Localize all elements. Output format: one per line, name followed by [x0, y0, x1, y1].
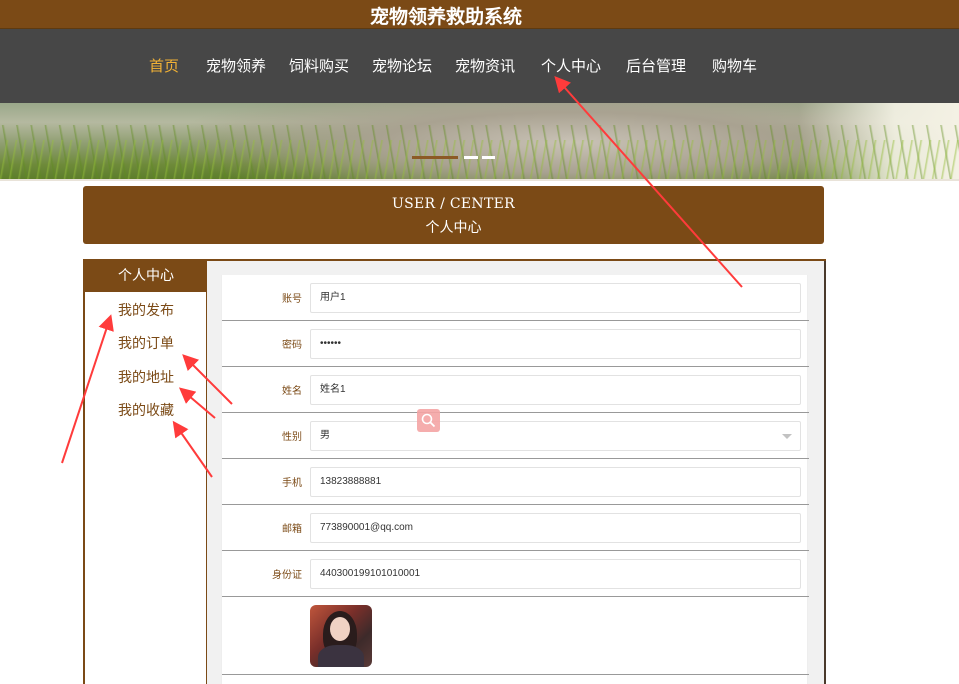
phone-input[interactable]: 13823888881	[310, 467, 801, 497]
email-input[interactable]: 773890001@qq.com	[310, 513, 801, 543]
user-center-panel: 个人中心 我的发布 我的订单 我的地址 我的收藏 账号 用户1 密码 •••••…	[83, 259, 826, 684]
phone-label: 手机	[282, 478, 302, 489]
profile-form: 账号 用户1 密码 •••••• 姓名 姓名1 性别 男 手机 13823888…	[221, 275, 809, 684]
email-label: 邮箱	[282, 524, 302, 535]
section-header: USER / CENTER 个人中心	[83, 186, 824, 244]
password-label: 密码	[282, 340, 302, 351]
form-row-password: 密码 ••••••	[222, 321, 809, 367]
form-row-avatar	[222, 597, 809, 675]
nav-item-user-center[interactable]: 个人中心	[541, 55, 601, 76]
form-row-gender: 性别 男	[222, 413, 809, 459]
sidebar: 个人中心 我的发布 我的订单 我的地址 我的收藏	[85, 261, 207, 684]
gender-value: 男	[320, 430, 330, 441]
nav-item-pet-news[interactable]: 宠物资讯	[455, 55, 515, 76]
app-title: 宠物领养救助系统	[369, 6, 522, 28]
form-row-name: 姓名 姓名1	[222, 367, 809, 413]
form-row-email: 邮箱 773890001@qq.com	[222, 505, 809, 551]
gender-select[interactable]: 男	[310, 421, 801, 451]
form-row-phone: 手机 13823888881	[222, 459, 809, 505]
nav-item-cart[interactable]: 购物车	[712, 55, 757, 76]
gender-label: 性别	[282, 432, 302, 443]
sidebar-item-my-address[interactable]: 我的地址	[118, 367, 174, 387]
section-header-en: USER / CENTER	[392, 196, 515, 212]
avatar[interactable]	[310, 605, 372, 667]
section-header-cn: 个人中心	[425, 220, 482, 236]
carousel-dot-3[interactable]	[482, 156, 495, 159]
account-label: 账号	[282, 294, 302, 305]
name-input[interactable]: 姓名1	[310, 375, 801, 405]
banner-image	[0, 103, 959, 180]
nav-item-home[interactable]: 首页	[149, 55, 179, 76]
main-nav: 首页 宠物领养 饲料购买 宠物论坛 宠物资讯 个人中心 后台管理 购物车	[0, 29, 959, 103]
id-card-label: 身份证	[272, 570, 302, 581]
sidebar-item-my-favorites[interactable]: 我的收藏	[118, 400, 174, 420]
search-icon[interactable]	[417, 409, 440, 432]
page: 宠物领养救助系统 首页 宠物领养 饲料购买 宠物论坛 宠物资讯 个人中心 后台管…	[0, 0, 959, 684]
form-row-id-card: 身份证 440300199101010001	[222, 551, 809, 597]
carousel-dot-1[interactable]	[412, 156, 458, 159]
id-card-input[interactable]: 440300199101010001	[310, 559, 801, 589]
password-input[interactable]: ••••••	[310, 329, 801, 359]
account-input[interactable]: 用户1	[310, 283, 801, 313]
nav-item-pet-adoption[interactable]: 宠物领养	[206, 55, 266, 76]
nav-item-pet-forum[interactable]: 宠物论坛	[372, 55, 432, 76]
nav-item-feed-purchase[interactable]: 饲料购买	[289, 55, 349, 76]
name-label: 姓名	[282, 386, 302, 397]
sidebar-item-my-orders[interactable]: 我的订单	[118, 333, 174, 353]
nav-item-admin[interactable]: 后台管理	[626, 55, 686, 76]
sidebar-title: 个人中心	[85, 261, 207, 292]
title-bar: 宠物领养救助系统	[0, 0, 959, 29]
carousel-dot-2[interactable]	[464, 156, 478, 159]
sidebar-item-my-posts[interactable]: 我的发布	[118, 300, 174, 320]
form-row-account: 账号 用户1	[222, 275, 809, 321]
chevron-down-icon[interactable]	[782, 434, 792, 439]
